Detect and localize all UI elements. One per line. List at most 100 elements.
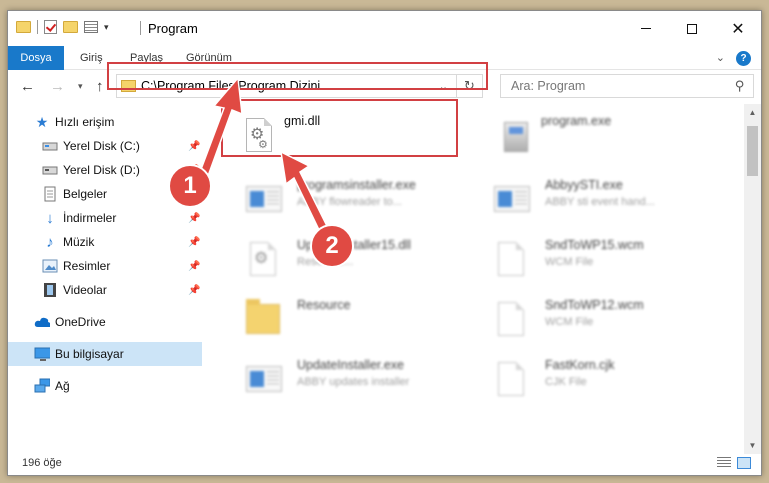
sidebar-item-label: Resimler [63, 259, 111, 273]
toolbar-divider [37, 20, 38, 34]
dll-gear-icon: ⚙ [244, 240, 284, 284]
search-box[interactable]: Ara: Program ⚲ [500, 74, 754, 98]
file-item-program-exe[interactable]: program.exe [478, 110, 718, 166]
exe-icon [500, 120, 540, 164]
computer-icon [34, 346, 50, 362]
sidebar-item-network[interactable]: Ağ [8, 374, 202, 398]
search-input[interactable]: Ara: Program [511, 79, 585, 93]
sidebar-item-quick-access[interactable]: ★ Hızlı erişim [8, 110, 202, 134]
sidebar-item-pictures[interactable]: Resimler 📌 [8, 254, 202, 278]
file-item-fastkorn-cjk[interactable]: FastKorn.cjk CJK File [470, 350, 710, 406]
title-divider [140, 21, 141, 35]
sidebar-item-label: Videolar [63, 283, 107, 297]
close-icon: ✕ [731, 20, 745, 38]
minimize-icon [641, 28, 651, 29]
sidebar-item-label: Belgeler [63, 187, 108, 201]
file-name: FastKorn.cjk [545, 358, 615, 372]
videos-icon [42, 282, 58, 298]
sidebar-item-this-pc[interactable]: Bu bilgisayar [8, 342, 202, 366]
address-bar-highlight [107, 62, 488, 90]
sidebar-item-music[interactable]: ♪ Müzik 📌 [8, 230, 202, 254]
drive-icon [42, 162, 58, 178]
file-name: Resource [297, 298, 351, 312]
file-item-abbyysti-exe[interactable]: AbbyySTI.exe ABBY sti event hand... [470, 170, 710, 226]
file-item-sndtowp12-wcm[interactable]: SndToWP12.wcm WCM File [470, 290, 710, 346]
sidebar-item-label: Hızlı erişim [55, 115, 115, 129]
quick-access-toolbar: ▾ [16, 20, 109, 34]
file-description: CJK File [545, 376, 587, 388]
file-description: ABBY updates installer [297, 376, 410, 388]
search-icon[interactable]: ⚲ [735, 78, 745, 94]
step-badge-2: 2 [310, 224, 354, 268]
folder-icon [244, 299, 284, 344]
file-name: SndToWP12.wcm [545, 298, 644, 312]
pin-icon[interactable]: 📌 [188, 213, 200, 224]
sidebar-item-local-disk-c[interactable]: Yerel Disk (C:) 📌 [8, 134, 202, 158]
app-window-icon [244, 180, 284, 224]
sidebar-item-label: Müzik [63, 235, 95, 249]
file-name: program.exe [541, 114, 612, 128]
file-description: ABBY flowreader to... [297, 196, 402, 208]
large-icons-view-icon[interactable] [737, 457, 751, 469]
details-view-icon[interactable] [717, 457, 731, 469]
new-folder-icon[interactable] [63, 21, 78, 33]
sidebar-item-videos[interactable]: Videolar 📌 [8, 278, 202, 302]
pin-icon[interactable]: 📌 [188, 261, 200, 272]
vertical-scrollbar[interactable]: ▲ ▼ [744, 104, 761, 454]
help-icon[interactable]: ? [736, 51, 751, 66]
file-description: WCM File [545, 256, 594, 268]
file-item-updateinstaller-exe[interactable]: UpdateInstaller.exe ABBY updates install… [222, 350, 462, 406]
maximize-button[interactable] [669, 11, 715, 46]
file-name: UpdateInstaller.exe [297, 358, 405, 372]
properties-check-icon[interactable] [44, 20, 57, 34]
tab-home[interactable]: Giriş [80, 46, 103, 70]
properties-icon[interactable] [84, 21, 98, 33]
customize-toolbar-arrow-icon[interactable]: ▾ [104, 22, 109, 33]
expand-ribbon-chevron-icon[interactable]: ⌄ [716, 51, 725, 64]
file-highlight [221, 99, 458, 157]
file-item-resource-folder[interactable]: Resource [222, 290, 462, 346]
blank-file-icon [492, 240, 532, 284]
scrollbar-thumb[interactable] [747, 126, 758, 176]
sidebar-item-label: Bu bilgisayar [55, 347, 124, 361]
star-icon: ★ [35, 113, 49, 130]
close-button[interactable]: ✕ [715, 11, 761, 46]
download-icon: ↓ [46, 209, 54, 227]
recent-locations-chevron-icon[interactable]: ▾ [78, 81, 83, 92]
file-name: SndToWP15.wcm [545, 238, 644, 252]
maximize-icon [687, 23, 697, 34]
app-window-icon [492, 180, 532, 224]
navigation-pane: ★ Hızlı erişim Yerel Disk (C:) 📌 Yerel D… [8, 104, 208, 454]
up-arrow-icon[interactable]: ↑ [96, 78, 104, 95]
title-bar: ▾ Program ✕ [8, 11, 761, 46]
status-bar: 196 öğe [8, 452, 761, 475]
scroll-up-arrow-icon[interactable]: ▲ [744, 104, 761, 121]
blank-file-icon [492, 360, 532, 404]
file-item-programsinstaller-exe[interactable]: programsinstaller.exe ABBY flowreader to… [222, 170, 462, 226]
back-arrow-icon[interactable]: ← [20, 78, 35, 95]
sidebar-item-label: Ağ [55, 379, 70, 393]
cloud-icon [34, 314, 50, 330]
pin-icon[interactable]: 📌 [188, 285, 200, 296]
file-name: programsinstaller.exe [297, 178, 416, 192]
tab-file[interactable]: Dosya [8, 46, 64, 70]
pin-icon[interactable]: 📌 [188, 141, 200, 152]
item-count: 196 öğe [22, 457, 62, 469]
file-description: ABBY sti event hand... [545, 196, 655, 208]
forward-arrow-icon[interactable]: → [50, 78, 65, 95]
folder-icon[interactable] [16, 21, 31, 33]
network-icon [34, 378, 50, 394]
documents-icon [42, 186, 58, 202]
file-name: AbbyySTI.exe [545, 178, 623, 192]
minimize-button[interactable] [623, 11, 669, 46]
pictures-icon [42, 258, 58, 274]
step-badge-1: 1 [168, 164, 212, 208]
music-icon: ♪ [46, 233, 54, 251]
sidebar-item-onedrive[interactable]: OneDrive [8, 310, 202, 334]
file-item-sndtowp15-wcm[interactable]: SndToWP15.wcm WCM File [470, 230, 710, 286]
sidebar-item-label: OneDrive [55, 315, 106, 329]
pin-icon[interactable]: 📌 [188, 237, 200, 248]
sidebar-item-downloads[interactable]: ↓ İndirmeler 📌 [8, 206, 202, 230]
file-description: WCM File [545, 316, 594, 328]
app-window-icon [244, 360, 284, 404]
